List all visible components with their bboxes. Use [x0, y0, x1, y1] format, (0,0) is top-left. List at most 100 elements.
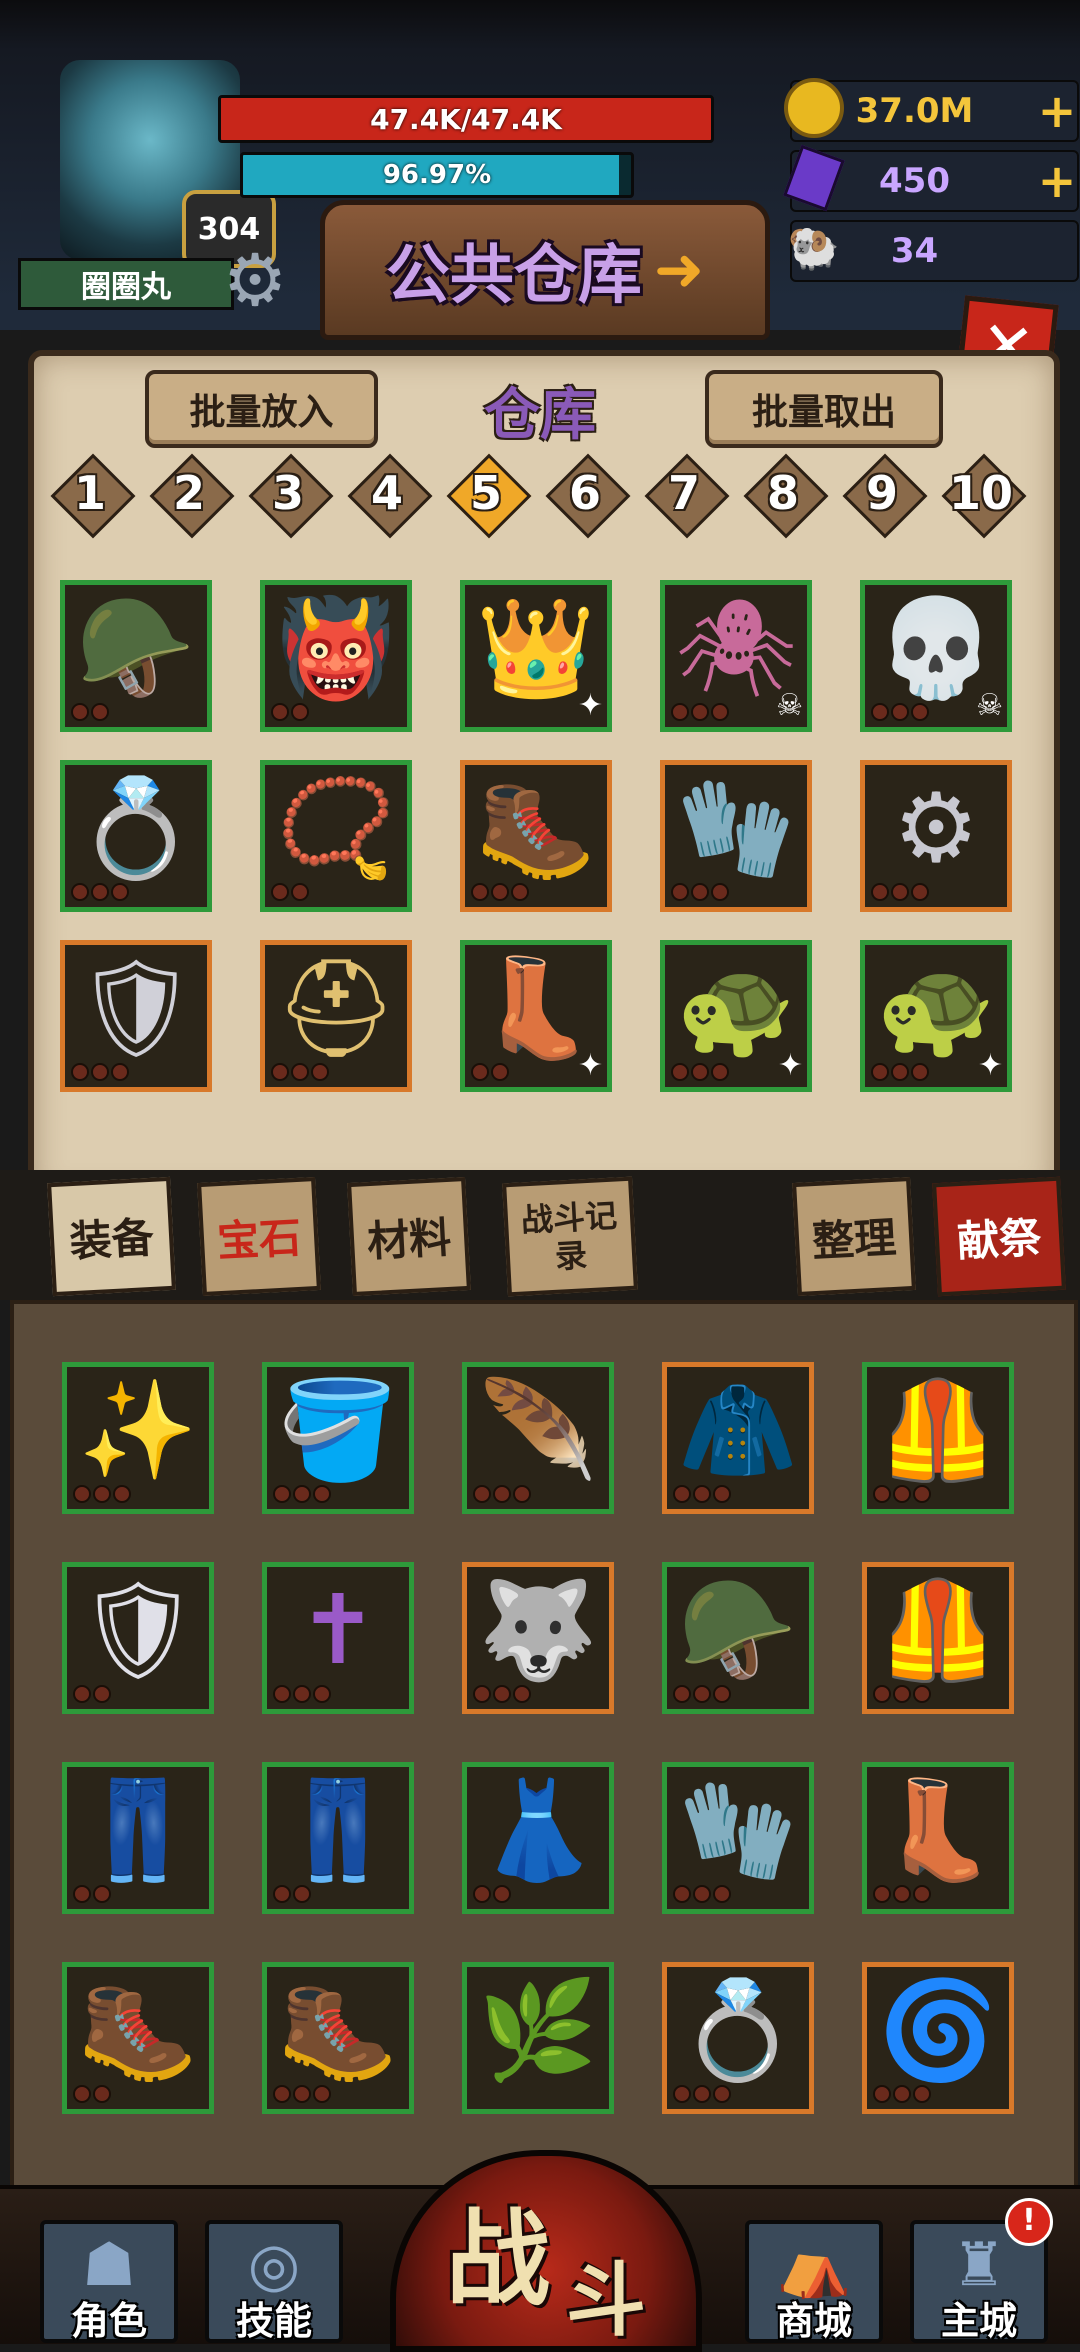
quality-dot [693, 2085, 711, 2103]
page-1-button[interactable]: 1 [50, 453, 136, 539]
tab-sort[interactable]: 整理 [792, 1176, 916, 1297]
inventory-slot-white-plate-armor[interactable]: 🛡 [62, 1562, 214, 1714]
warehouse-slot-green-helmet[interactable]: 🪖 [60, 580, 212, 732]
batch-put-button[interactable]: 批量放入 [145, 370, 378, 448]
inventory-slot-yellow-pants[interactable]: 👖 [62, 1762, 214, 1914]
page-6-button[interactable]: 6 [545, 453, 631, 539]
quality-dot [493, 1685, 511, 1703]
inventory-slot-purple-cross-armor[interactable]: ✝ [262, 1562, 414, 1714]
quality-dot [293, 2085, 311, 2103]
inventory-slot-green-helmet-2[interactable]: 🪖 [662, 1562, 814, 1714]
quality-dot [913, 2085, 931, 2103]
warehouse-slot-spider-amulet[interactable]: 🕷 ☠ [660, 580, 812, 732]
settings-gear-icon[interactable]: ⚙ [215, 240, 295, 320]
quality-dot [111, 1063, 129, 1081]
quality-dot [473, 1885, 491, 1903]
warehouse-slot-plate-boots[interactable]: 🥾 [460, 760, 612, 912]
page-5-button[interactable]: 5 [446, 453, 532, 539]
quality-dot [913, 1885, 931, 1903]
warehouse-slot-dark-necklace[interactable]: 📿 [260, 760, 412, 912]
warehouse-slot-horned-fur-helmet[interactable]: 👹 [260, 580, 412, 732]
quality-dot [911, 883, 929, 901]
warehouse-slot-bone-collar[interactable]: 💀 ☠ [860, 580, 1012, 732]
page-number: 7 [667, 466, 700, 520]
inventory-slot-dark-beast-armor[interactable]: 🐺 [462, 1562, 614, 1714]
inventory-slot-serpent-ring[interactable]: 💍 [662, 1962, 814, 2114]
add-gold-button[interactable]: + [1037, 88, 1077, 134]
quality-dots [271, 1063, 329, 1081]
page-3-button[interactable]: 3 [248, 453, 334, 539]
quality-dot [511, 883, 529, 901]
page-8-button[interactable]: 8 [743, 453, 829, 539]
page-7-button[interactable]: 7 [644, 453, 730, 539]
quality-dot [471, 883, 489, 901]
add-crystal-button[interactable]: + [1037, 158, 1077, 204]
inventory-slot-silver-tower-helm[interactable]: 🪣 [262, 1362, 414, 1514]
inventory-slot-feather-crown[interactable]: 🪶 [462, 1362, 614, 1514]
inventory-slot-gold-halo[interactable]: ✨ [62, 1362, 214, 1514]
warehouse-slot-red-gauntlets[interactable]: 🧤 [660, 760, 812, 912]
inventory-slot-leather-boots[interactable]: 🥾 [62, 1962, 214, 2114]
warehouse-slot-eye-ring[interactable]: 💍 [60, 760, 212, 912]
warehouse-slot-gold-boots[interactable]: 👢 ✦ [460, 940, 612, 1092]
quality-dot [93, 1685, 111, 1703]
inventory-slot-gold-coil-ring[interactable]: 🌀 [862, 1962, 1014, 2114]
inventory-slot-leather-armor[interactable]: 🦺 [862, 1362, 1014, 1514]
inventory-slot-purple-pants[interactable]: 👖 [262, 1762, 414, 1914]
quality-dot [891, 1063, 909, 1081]
inventory-slot-cream-boots[interactable]: 👢 [862, 1762, 1014, 1914]
warehouse-slot-red-horn-crown[interactable]: 👑 ✦ [460, 580, 612, 732]
inventory-slot-rogue-armor[interactable]: 🦺 [862, 1562, 1014, 1714]
page-10-button[interactable]: 10 [941, 453, 1027, 539]
quality-dot [513, 1485, 531, 1503]
tab-equipment[interactable]: 装备 [47, 1176, 176, 1297]
quality-dot [91, 1063, 109, 1081]
page-2-button[interactable]: 2 [149, 453, 235, 539]
quality-dot [673, 1485, 691, 1503]
inventory-slot-red-skirt[interactable]: 👗 [462, 1762, 614, 1914]
hp-text: 47.4K/47.4K [370, 102, 562, 136]
quality-dots [873, 2085, 931, 2103]
set-mark-icon: ✦ [577, 1048, 603, 1083]
warehouse-slot-silver-belt[interactable]: ⚙ [860, 760, 1012, 912]
nav-character-button[interactable]: ☗ 角色 [40, 2220, 178, 2343]
warehouse-slot-turtle-shell-2[interactable]: 🐢 ✦ [860, 940, 1012, 1092]
tab-materials[interactable]: 材料 [347, 1176, 471, 1297]
warehouse-slot-winged-helmet[interactable]: ⛑ [260, 940, 412, 1092]
tab-battle-log[interactable]: 战斗记录 [502, 1176, 638, 1297]
quality-dots [71, 1063, 129, 1081]
set-mark-icon: ☠ [776, 688, 803, 723]
inventory-slot-steel-boots[interactable]: 🥾 [262, 1962, 414, 2114]
inventory-slot-vine-necklace[interactable]: 🌿 [462, 1962, 614, 2114]
quality-dot [291, 1063, 309, 1081]
quality-dot [873, 1485, 891, 1503]
tab-sacrifice[interactable]: 献祭 [932, 1176, 1066, 1297]
inventory-slot-hooded-armor[interactable]: 🧥 [662, 1362, 814, 1514]
inventory-slot-red-gauntlets-2[interactable]: 🧤 [662, 1762, 814, 1914]
quality-dots [73, 1685, 111, 1703]
quality-dots [473, 1685, 531, 1703]
player-name-plate: 圈圈丸 [18, 258, 234, 310]
quality-dot [693, 1885, 711, 1903]
page-number: 6 [568, 466, 601, 520]
page-number: 5 [469, 466, 502, 520]
set-mark-icon: ✦ [777, 1048, 803, 1083]
quality-dots [873, 1885, 931, 1903]
ram-skull-icon: 🐏 [787, 223, 841, 272]
quality-dot [871, 1063, 889, 1081]
batch-take-button[interactable]: 批量取出 [705, 370, 943, 448]
nav-shop-button[interactable]: ⛺ 商城 [745, 2220, 883, 2343]
quality-dot [71, 1063, 89, 1081]
page-9-button[interactable]: 9 [842, 453, 928, 539]
warehouse-slot-silver-chest-armor[interactable]: 🛡 [60, 940, 212, 1092]
quality-dots [873, 1685, 931, 1703]
quality-dot [871, 703, 889, 721]
tab-gems[interactable]: 宝石 [197, 1176, 321, 1297]
nav-skills-button[interactable]: ◎ 技能 [205, 2220, 343, 2343]
quality-dot [713, 1685, 731, 1703]
set-mark-icon: ✦ [977, 1048, 1003, 1083]
public-warehouse-banner[interactable]: 公共仓库 ➜ [320, 200, 770, 340]
page-4-button[interactable]: 4 [347, 453, 433, 539]
warehouse-slot-turtle-shell[interactable]: 🐢 ✦ [660, 940, 812, 1092]
quality-dot [471, 1063, 489, 1081]
